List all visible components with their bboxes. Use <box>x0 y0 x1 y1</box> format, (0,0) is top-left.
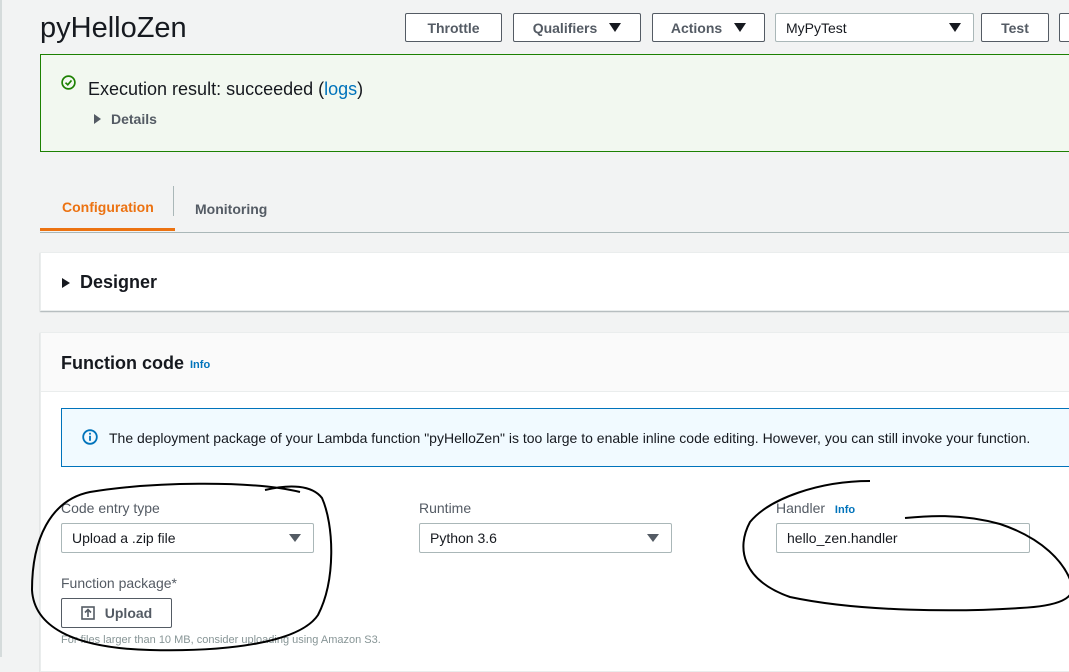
left-border <box>0 0 2 657</box>
upload-label: Upload <box>104 605 153 621</box>
code-entry-type-select[interactable]: Upload a .zip file <box>61 523 314 553</box>
actions-button[interactable]: Actions <box>652 13 765 42</box>
caret-down-icon <box>949 23 961 32</box>
inline-editing-alert: The deployment package of your Lambda fu… <box>61 408 1069 467</box>
caret-right-icon <box>94 114 101 124</box>
test-event-select[interactable]: MyPyTest <box>775 13 974 42</box>
result-text-end: ) <box>357 79 364 99</box>
caret-down-icon <box>647 534 659 542</box>
runtime-label: Runtime <box>419 500 472 516</box>
tab-divider <box>173 186 174 216</box>
info-icon <box>82 429 98 445</box>
caret-down-icon <box>609 23 622 32</box>
test-event-value: MyPyTest <box>786 19 847 36</box>
tab-label: Monitoring <box>195 200 268 217</box>
logs-link[interactable]: logs <box>324 79 357 99</box>
save-button-partial[interactable] <box>1059 13 1069 42</box>
handler-label-text: Handler <box>776 500 826 516</box>
code-entry-type-label: Code entry type <box>61 500 160 516</box>
details-label: Details <box>111 111 157 127</box>
function-code-title: Function code <box>61 353 184 373</box>
test-label: Test <box>1001 19 1029 36</box>
code-entry-type-value: Upload a .zip file <box>72 530 176 546</box>
caret-down-icon <box>289 534 301 542</box>
throttle-button[interactable]: Throttle <box>405 13 502 42</box>
actions-label: Actions <box>670 19 723 36</box>
throttle-label: Throttle <box>427 19 480 36</box>
qualifiers-label: Qualifiers <box>532 19 598 36</box>
execution-result-message: Execution result: succeeded (logs) <box>88 79 363 100</box>
handler-input[interactable] <box>776 523 1030 553</box>
page-title: pyHelloZen <box>40 12 187 44</box>
upload-hint: For files larger than 10 MB, consider up… <box>61 634 381 646</box>
success-check-icon <box>61 75 76 90</box>
tab-bar: Configuration Monitoring <box>40 186 1069 233</box>
designer-title: Designer <box>80 272 158 292</box>
handler-info-link[interactable]: Info <box>835 504 855 516</box>
function-code-panel: Function code Info The deployment packag… <box>40 332 1069 672</box>
upload-button[interactable]: Upload <box>61 598 172 628</box>
designer-toggle[interactable]: Designer <box>62 272 157 293</box>
caret-right-icon <box>62 277 70 288</box>
caret-down-icon <box>734 23 747 32</box>
function-code-info-link[interactable]: Info <box>190 359 210 371</box>
runtime-value: Python 3.6 <box>430 530 497 546</box>
qualifiers-button[interactable]: Qualifiers <box>513 13 641 42</box>
tab-label: Configuration <box>62 199 154 215</box>
designer-panel: Designer <box>40 252 1069 311</box>
details-toggle[interactable]: Details <box>94 111 157 127</box>
handler-label: Handler Info <box>776 500 855 516</box>
runtime-select[interactable]: Python 3.6 <box>419 523 672 553</box>
function-package-label: Function package* <box>61 575 177 591</box>
result-text: Execution result: succeeded ( <box>88 79 325 99</box>
upload-icon <box>80 606 95 620</box>
tab-configuration[interactable]: Configuration <box>40 186 175 231</box>
execution-result-flash: Execution result: succeeded (logs) Detai… <box>40 54 1069 152</box>
tab-monitoring[interactable]: Monitoring <box>195 186 267 231</box>
alert-text: The deployment package of your Lambda fu… <box>109 430 1031 446</box>
test-button[interactable]: Test <box>981 13 1049 42</box>
